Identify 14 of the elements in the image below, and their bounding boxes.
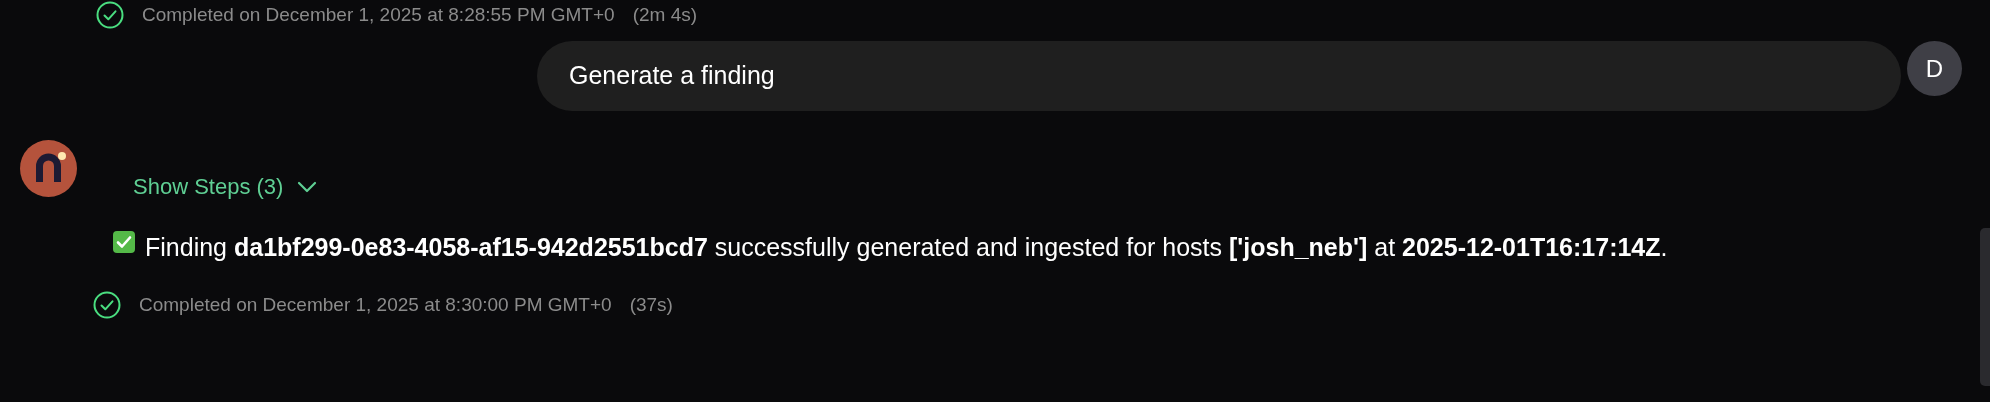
show-steps-toggle[interactable]: Show Steps (3)	[133, 170, 318, 203]
check-box-icon	[113, 231, 135, 253]
duration: (37s)	[629, 293, 673, 317]
chevron-icon	[297, 180, 318, 193]
completion-time: Completed on December 1, 2025 at 8:30:00 PM GMT+0	[139, 293, 612, 317]
completion-time: Completed on December 1, 2025 at 8:28:55 PM GMT+0	[142, 3, 615, 27]
scrollbar[interactable]	[1980, 228, 1990, 386]
user-message: Generate a finding	[569, 60, 775, 92]
duration: (2m 4s)	[632, 3, 698, 27]
check-circle-icon	[96, 1, 124, 30]
check-circle-icon	[93, 291, 121, 320]
assistant-avatar-icon	[20, 140, 77, 197]
assistant-message: Finding da1bf299-0e83-4058-af15-942d2551bcd7 successfully generated and ingested for hosts ['josh_neb'] at 2025-12-01T16:17:14Z.	[145, 232, 1668, 263]
user-avatar: D	[1907, 41, 1962, 96]
